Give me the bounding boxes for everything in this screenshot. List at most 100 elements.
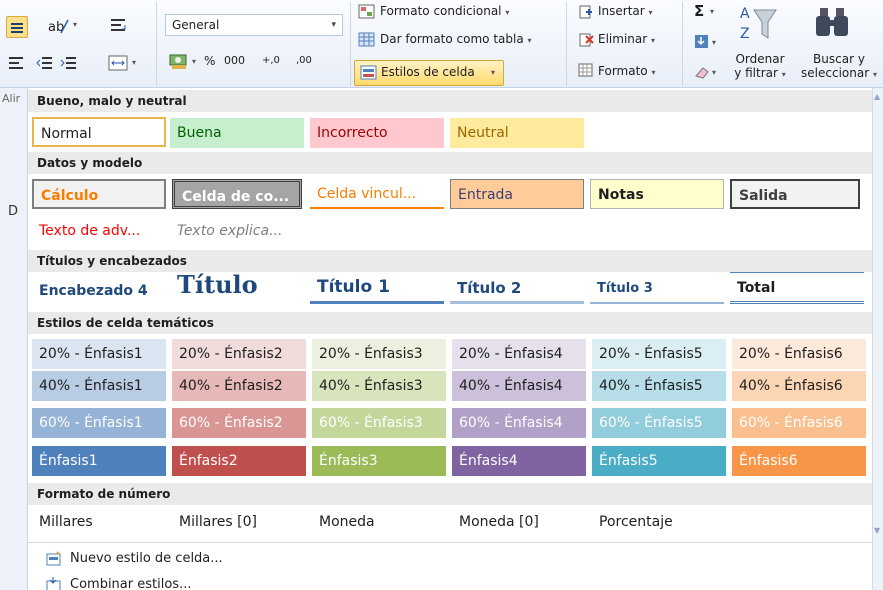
style-title[interactable]: Título <box>170 270 304 306</box>
gallery-scrollbar[interactable]: ▲ ▼ <box>872 88 883 590</box>
currency-format-icon[interactable] <box>168 52 190 72</box>
chevron-down-icon[interactable]: ▾ <box>712 68 716 77</box>
style-60-accent4[interactable]: 60% - Énfasis4 <box>452 408 586 438</box>
new-style-label: Nuevo estilo de celda... <box>70 551 223 566</box>
cell-styles-label: Estilos de celda <box>381 65 475 79</box>
merge-center-icon[interactable] <box>108 54 130 72</box>
format-as-table-button[interactable]: Dar formato como tabla ▾ <box>380 30 532 50</box>
section-titles-headings: Títulos y encabezados <box>28 250 872 272</box>
sort-filter-icon: AZ <box>738 4 778 44</box>
style-linked-cell[interactable]: Celda vincul... <box>310 179 444 209</box>
merge-styles-label: Combinar estilos... <box>70 577 192 590</box>
insert-button[interactable]: Insertar ▾ <box>598 2 653 22</box>
cell-styles-icon <box>360 65 378 81</box>
delete-button[interactable]: Eliminar ▾ <box>598 30 655 50</box>
style-calculation[interactable]: Cálculo <box>32 179 166 209</box>
column-header-d: D <box>8 204 19 219</box>
style-accent2[interactable]: Énfasis2 <box>172 446 306 476</box>
format-label: Formato <box>598 64 648 78</box>
style-40-accent1[interactable]: 40% - Énfasis1 <box>32 371 166 401</box>
find-select-button[interactable]: Buscar y seleccionar ▾ <box>794 52 883 82</box>
style-accent3[interactable]: Énfasis3 <box>312 446 446 476</box>
sort-filter-button[interactable]: Ordenar y filtrar ▾ <box>732 52 788 82</box>
scroll-up-icon[interactable]: ▲ <box>874 92 880 101</box>
style-20-accent3[interactable]: 20% - Énfasis3 <box>312 339 446 369</box>
style-note[interactable]: Notas <box>590 179 724 209</box>
style-20-accent2[interactable]: 20% - Énfasis2 <box>172 339 306 369</box>
style-40-accent6[interactable]: 40% - Énfasis6 <box>732 371 866 401</box>
style-60-accent2[interactable]: 60% - Énfasis2 <box>172 408 306 438</box>
binoculars-icon <box>812 4 852 44</box>
wrap-text-icon[interactable] <box>110 16 128 36</box>
style-accent4[interactable]: Énfasis4 <box>452 446 586 476</box>
style-accent1[interactable]: Énfasis1 <box>32 446 166 476</box>
menu-divider <box>28 542 872 543</box>
align-middle-icon[interactable] <box>6 16 28 38</box>
format-button[interactable]: Formato ▾ <box>598 62 655 82</box>
style-comma-0[interactable]: Millares [0] <box>172 507 306 537</box>
increase-decimal-button[interactable]: +,0 <box>262 52 280 72</box>
style-heading-3[interactable]: Título 3 <box>590 274 724 304</box>
style-20-accent4[interactable]: 20% - Énfasis4 <box>452 339 586 369</box>
conditional-format-button[interactable]: Formato condicional ▾ <box>380 2 509 22</box>
style-60-accent5[interactable]: 60% - Énfasis5 <box>592 408 726 438</box>
chevron-down-icon[interactable]: ▾ <box>132 58 136 67</box>
decrease-decimal-button[interactable]: ,00 <box>296 52 312 72</box>
merge-styles-menu-item[interactable]: Combinar estilos... <box>28 572 872 590</box>
autosum-icon[interactable]: Σ <box>694 2 704 22</box>
chevron-down-icon[interactable]: ▾ <box>192 57 196 66</box>
orientation-icon[interactable]: ab <box>48 16 74 36</box>
style-20-accent1[interactable]: 20% - Énfasis1 <box>32 339 166 369</box>
style-40-accent5[interactable]: 40% - Énfasis5 <box>592 371 726 401</box>
style-neutral[interactable]: Neutral <box>450 118 584 148</box>
style-60-accent6[interactable]: 60% - Énfasis6 <box>732 408 866 438</box>
style-warning-text[interactable]: Texto de adv... <box>32 216 166 246</box>
align-left-icon[interactable] <box>8 55 26 71</box>
number-format-value: General <box>172 18 220 32</box>
style-accent6[interactable]: Énfasis6 <box>732 446 866 476</box>
comma-style-button[interactable]: 000 <box>224 52 245 72</box>
style-60-accent1[interactable]: 60% - Énfasis1 <box>32 408 166 438</box>
style-heading-4[interactable]: Encabezado 4 <box>32 276 166 306</box>
conditional-format-label: Formato condicional <box>380 4 502 18</box>
decrease-indent-icon[interactable] <box>36 55 54 71</box>
fill-down-icon[interactable] <box>694 34 710 50</box>
style-heading-1[interactable]: Título 1 <box>310 272 444 304</box>
style-check-cell[interactable]: Celda de co... <box>172 179 302 209</box>
conditional-format-icon <box>358 4 376 20</box>
style-total[interactable]: Total <box>730 272 864 304</box>
chevron-down-icon: ▾ <box>491 68 496 77</box>
cell-styles-button[interactable]: Estilos de celda ▾ <box>354 60 504 86</box>
style-40-accent2[interactable]: 40% - Énfasis2 <box>172 371 306 401</box>
chevron-down-icon[interactable]: ▾ <box>73 20 77 29</box>
chevron-down-icon[interactable]: ▾ <box>710 7 714 16</box>
style-output[interactable]: Salida <box>730 179 860 209</box>
number-format-dropdown[interactable]: General ▾ <box>165 14 343 36</box>
style-good[interactable]: Buena <box>170 118 304 148</box>
increase-indent-icon[interactable] <box>60 55 78 71</box>
scroll-down-icon[interactable]: ▼ <box>874 526 880 535</box>
percent-style-button[interactable]: % <box>204 52 215 72</box>
style-currency[interactable]: Moneda <box>312 507 446 537</box>
section-number-format: Formato de número <box>28 483 872 505</box>
style-40-accent3[interactable]: 40% - Énfasis3 <box>312 371 446 401</box>
chevron-down-icon[interactable]: ▾ <box>712 38 716 47</box>
section-themed-styles: Estilos de celda temáticos <box>28 312 872 334</box>
style-20-accent6[interactable]: 20% - Énfasis6 <box>732 339 866 369</box>
style-input[interactable]: Entrada <box>450 179 584 209</box>
format-cells-icon <box>578 62 594 78</box>
style-20-accent5[interactable]: 20% - Énfasis5 <box>592 339 726 369</box>
style-percent[interactable]: Porcentaje <box>592 507 726 537</box>
style-currency-0[interactable]: Moneda [0] <box>452 507 586 537</box>
style-40-accent4[interactable]: 40% - Énfasis4 <box>452 371 586 401</box>
new-cell-style-menu-item[interactable]: Nuevo estilo de celda... <box>28 546 872 572</box>
style-explanatory-text[interactable]: Texto explica... <box>170 216 304 246</box>
style-accent5[interactable]: Énfasis5 <box>592 446 726 476</box>
style-60-accent3[interactable]: 60% - Énfasis3 <box>312 408 446 438</box>
sort-filter-line2: y filtrar <box>734 66 778 80</box>
style-heading-2[interactable]: Título 2 <box>450 273 584 304</box>
style-comma[interactable]: Millares <box>32 507 166 537</box>
clear-eraser-icon[interactable] <box>694 64 710 80</box>
style-normal[interactable]: Normal <box>32 117 166 147</box>
style-bad[interactable]: Incorrecto <box>310 118 444 148</box>
